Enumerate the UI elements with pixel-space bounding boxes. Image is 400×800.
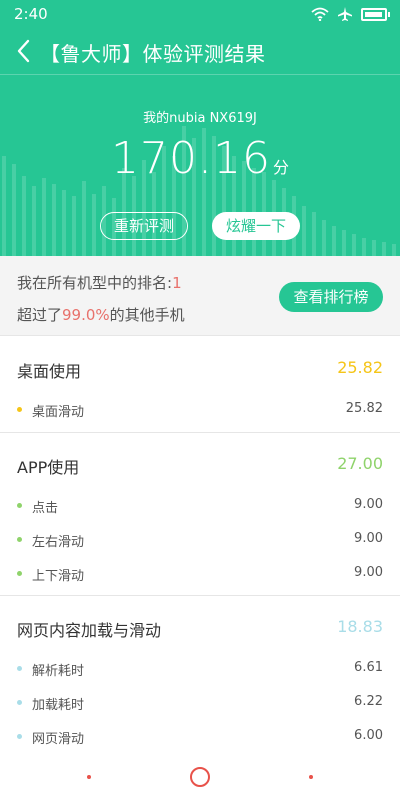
score-value: 170.16 [111, 133, 271, 184]
list-item: 加载耗时 6.22 [0, 687, 400, 721]
rank-line: 我在所有机型中的排名:1 [17, 272, 182, 293]
list-item: 网页滑动 6.00 [0, 721, 400, 755]
item-label: 左右滑动 [32, 535, 85, 550]
bullet-dot-icon [17, 407, 22, 412]
home-circle-icon[interactable] [190, 767, 210, 787]
bg-bar [372, 240, 376, 256]
item-label: 解析耗时 [32, 664, 85, 679]
bullet-dot-icon [17, 666, 22, 671]
section-divider [0, 595, 400, 596]
list-item: 桌面滑动 25.82 [0, 394, 400, 428]
list-item: 点击 9.00 [0, 490, 400, 524]
status-time: 2:40 [14, 5, 48, 23]
item-value: 6.61 [354, 660, 383, 675]
status-bar: 2:40 [0, 0, 400, 30]
section-app: APP使用 27.00 点击 9.00 左右滑动 9.00 上下滑动 9.00 [0, 434, 400, 592]
item-value: 9.00 [354, 531, 383, 546]
bg-bar [62, 190, 66, 256]
share-button[interactable]: 炫耀一下 [212, 212, 300, 240]
bg-bar [362, 238, 366, 256]
wifi-icon [311, 7, 329, 21]
section-title: 桌面使用 [17, 362, 82, 381]
section-total: 25.82 [337, 358, 383, 377]
score-unit: 分 [272, 158, 289, 177]
result-hero: 2:40 【鲁大师】体验评测结果 我的nubia NX619J 170.16 分 … [0, 0, 400, 256]
section-divider [0, 432, 400, 433]
item-value: 9.00 [354, 565, 383, 580]
bg-bar [312, 212, 316, 256]
header-divider [0, 74, 400, 75]
item-label: 加载耗时 [32, 698, 85, 713]
bg-bar [32, 186, 36, 256]
header: 【鲁大师】体验评测结果 [0, 30, 400, 74]
battery-tip [388, 11, 390, 17]
item-value: 9.00 [354, 497, 383, 512]
bg-bar [52, 184, 56, 256]
bg-bar [382, 242, 386, 256]
section-desktop: 桌面使用 25.82 桌面滑动 25.82 [0, 338, 400, 428]
airplane-icon [338, 7, 352, 21]
list-item: 左右滑动 9.00 [0, 524, 400, 558]
beat-suffix: 的其他手机 [109, 306, 185, 324]
item-value: 6.00 [354, 728, 383, 743]
section-total: 18.83 [337, 617, 383, 636]
rank-prefix: 我在所有机型中的排名: [17, 274, 173, 292]
system-nav-bar [0, 756, 400, 800]
total-score: 170.16 分 [0, 133, 400, 184]
bg-bar [322, 220, 326, 256]
item-label: 桌面滑动 [32, 405, 85, 420]
bullet-dot-icon [17, 537, 22, 542]
list-item: 解析耗时 6.61 [0, 653, 400, 687]
bullet-dot-icon [17, 571, 22, 576]
bg-bar [22, 176, 26, 256]
page-title: 【鲁大师】体验评测结果 [40, 42, 266, 66]
bg-bar [302, 206, 306, 256]
bg-bar [392, 244, 396, 256]
item-label: 上下滑动 [32, 569, 85, 584]
view-leaderboard-button[interactable]: 查看排行榜 [279, 282, 383, 312]
ranking-panel: 我在所有机型中的排名:1 超过了99.0%的其他手机 查看排行榜 [0, 256, 400, 336]
section-header: APP使用 27.00 [0, 434, 400, 490]
beat-prefix: 超过了 [17, 306, 63, 324]
item-label: 网页滑动 [32, 732, 85, 747]
bullet-dot-icon [17, 700, 22, 705]
rank-value: 1 [172, 274, 182, 292]
section-header: 网页内容加载与滑动 18.83 [0, 597, 400, 653]
section-header: 桌面使用 25.82 [0, 338, 400, 394]
battery-icon [361, 7, 387, 21]
section-title: 网页内容加载与滑动 [17, 621, 162, 640]
bg-bar [352, 234, 356, 256]
recent-dot-icon[interactable] [309, 775, 313, 779]
device-name: 我的nubia NX619J [143, 111, 257, 126]
bg-bar [332, 226, 336, 256]
section-total: 27.00 [337, 454, 383, 473]
bullet-dot-icon [17, 734, 22, 739]
beat-value: 99.0% [62, 306, 110, 324]
section-web: 网页内容加载与滑动 18.83 解析耗时 6.61 加载耗时 6.22 网页滑动… [0, 597, 400, 755]
chevron-left-icon[interactable] [12, 36, 40, 66]
section-title: APP使用 [17, 458, 80, 477]
item-label: 点击 [32, 501, 59, 516]
back-dot-icon[interactable] [87, 775, 91, 779]
item-value: 25.82 [345, 401, 383, 416]
retest-button[interactable]: 重新评测 [100, 212, 188, 240]
bg-bar [72, 196, 76, 256]
beat-line: 超过了99.0%的其他手机 [17, 304, 185, 325]
bg-bar [82, 181, 86, 256]
item-value: 6.22 [354, 694, 383, 709]
bg-bar [342, 230, 346, 256]
bg-bar [92, 194, 96, 256]
bullet-dot-icon [17, 503, 22, 508]
list-item: 上下滑动 9.00 [0, 558, 400, 592]
bg-bar [42, 178, 46, 256]
